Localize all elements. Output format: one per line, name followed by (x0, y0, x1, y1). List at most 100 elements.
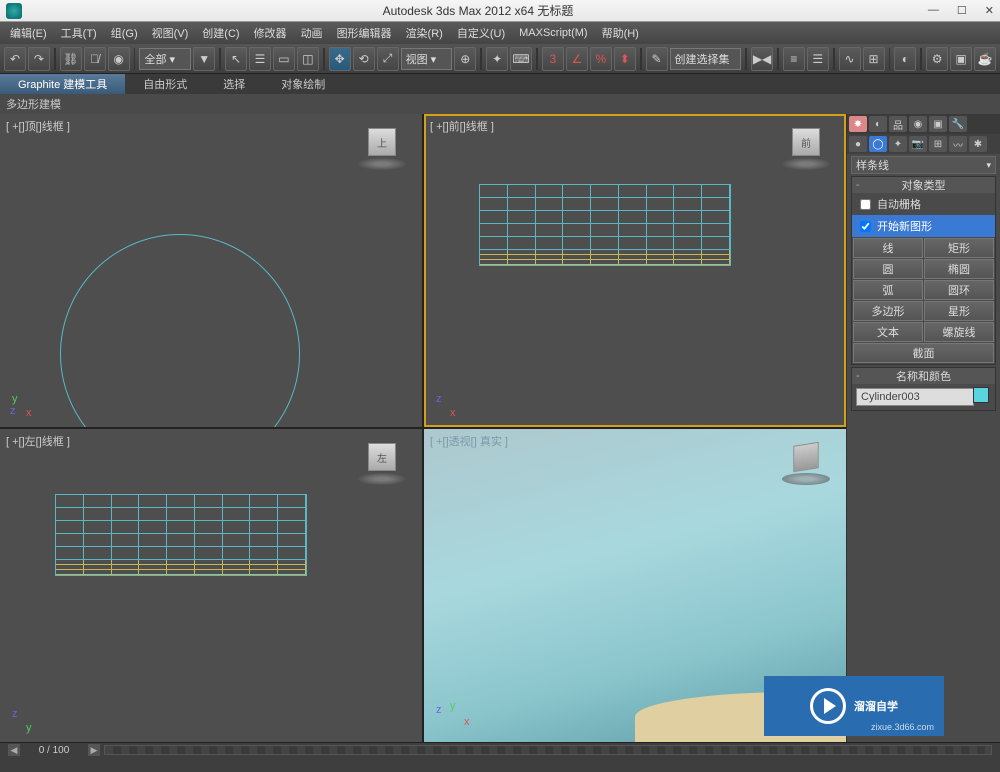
menu-rendering[interactable]: 渲染(R) (406, 25, 443, 41)
viewcube-top[interactable]: 上 (358, 122, 406, 170)
undo-button[interactable]: ↶ (4, 47, 26, 71)
timeline-next-button[interactable]: ▶ (88, 744, 100, 756)
select-button[interactable]: ↖ (225, 47, 247, 71)
viewport-top[interactable]: [ +[]顶[]线框 ] 上 yxz (0, 114, 422, 427)
redo-button[interactable]: ↷ (28, 47, 50, 71)
menu-maxscript[interactable]: MAXScript(M) (519, 27, 587, 39)
spacewarps-icon[interactable]: 〰 (949, 136, 967, 152)
schematic-button[interactable]: ⊞ (863, 47, 885, 71)
menu-edit[interactable]: 编辑(E) (10, 25, 47, 41)
btn-donut[interactable]: 圆环 (924, 280, 994, 300)
menu-tools[interactable]: 工具(T) (61, 25, 97, 41)
mirror-button[interactable]: ▶◀ (751, 47, 773, 71)
viewport-label-persp[interactable]: [ +[]透视[] 真实 ] (430, 433, 508, 449)
name-color-header[interactable]: -名称和颜色 (852, 368, 995, 384)
cameras-icon[interactable]: 📷 (909, 136, 927, 152)
viewport-label-left[interactable]: [ +[]左[]线框 ] (6, 433, 70, 449)
tab-objpaint[interactable]: 对象绘制 (263, 74, 343, 94)
pivot-button[interactable]: ⊕ (454, 47, 476, 71)
tab-graphite[interactable]: Graphite 建模工具 (0, 74, 125, 94)
ribbon-polymodel-label[interactable]: 多边形建模 (6, 96, 61, 112)
link-button[interactable]: ⛓ (60, 47, 82, 71)
filter-button[interactable]: ▼ (193, 47, 215, 71)
bind-button[interactable]: ◉ (108, 47, 130, 71)
viewport-label-top[interactable]: [ +[]顶[]线框 ] (6, 118, 70, 134)
snap-button[interactable]: 3 (542, 47, 564, 71)
autogrid-checkbox[interactable]: 自动栅格 (852, 193, 995, 215)
viewport-left[interactable]: [ +[]左[]线框 ] 左 zy (0, 429, 422, 742)
color-swatch[interactable] (973, 387, 989, 403)
viewport-front[interactable]: [ +[]前[]线框 ] 前 zx (424, 114, 846, 427)
wireframe-grid-front[interactable] (479, 184, 731, 266)
close-button[interactable]: ✕ (985, 4, 994, 17)
btn-circle[interactable]: 圆 (853, 259, 923, 279)
menu-create[interactable]: 创建(C) (202, 25, 239, 41)
render-frame-button[interactable]: ▣ (950, 47, 972, 71)
refcoord-dropdown[interactable]: 视图 ▾ (401, 48, 453, 70)
object-type-header[interactable]: -对象类型 (852, 177, 995, 193)
btn-helix[interactable]: 螺旋线 (924, 322, 994, 342)
curve-editor-button[interactable]: ∿ (839, 47, 861, 71)
maximize-button[interactable]: ☐ (957, 4, 967, 17)
selection-scope-dropdown[interactable]: 全部 ▾ (139, 48, 191, 70)
btn-rectangle[interactable]: 矩形 (924, 238, 994, 258)
tab-selection[interactable]: 选择 (205, 74, 263, 94)
startnew-checkbox[interactable]: 开始新图形 (852, 215, 995, 237)
lights-icon[interactable]: ✦ (889, 136, 907, 152)
hierarchy-tab-icon[interactable]: 品 (889, 116, 907, 132)
menu-help[interactable]: 帮助(H) (602, 25, 639, 41)
minimize-button[interactable]: — (928, 4, 939, 17)
btn-line[interactable]: 线 (853, 238, 923, 258)
viewcube-front[interactable]: 前 (782, 122, 830, 170)
keyboard-button[interactable]: ⌨ (510, 47, 532, 71)
btn-ngon[interactable]: 多边形 (853, 301, 923, 321)
btn-section[interactable]: 截面 (853, 343, 994, 363)
motion-tab-icon[interactable]: ◉ (909, 116, 927, 132)
utilities-tab-icon[interactable]: 🔧 (949, 116, 967, 132)
shapes-icon[interactable]: ◯ (869, 136, 887, 152)
edit-named-sel-button[interactable]: ✎ (646, 47, 668, 71)
manipulate-button[interactable]: ✦ (486, 47, 508, 71)
btn-arc[interactable]: 弧 (853, 280, 923, 300)
viewcube-left[interactable]: 左 (358, 437, 406, 485)
btn-ellipse[interactable]: 椭圆 (924, 259, 994, 279)
menu-customize[interactable]: 自定义(U) (457, 25, 505, 41)
menu-animation[interactable]: 动画 (301, 25, 323, 41)
geometry-icon[interactable]: ● (849, 136, 867, 152)
rotate-button[interactable]: ⟲ (353, 47, 375, 71)
display-tab-icon[interactable]: ▣ (929, 116, 947, 132)
menu-group[interactable]: 组(G) (111, 25, 138, 41)
wireframe-grid-left[interactable] (55, 494, 307, 576)
menu-grapheditors[interactable]: 图形编辑器 (337, 25, 392, 41)
align-button[interactable]: ≡ (783, 47, 805, 71)
helpers-icon[interactable]: ⊞ (929, 136, 947, 152)
wireframe-circle[interactable] (60, 234, 300, 427)
spinner-snap-button[interactable]: ⬍ (614, 47, 636, 71)
render-setup-button[interactable]: ⚙ (926, 47, 948, 71)
layers-button[interactable]: ☰ (807, 47, 829, 71)
select-rect-button[interactable]: ▭ (273, 47, 295, 71)
menu-view[interactable]: 视图(V) (152, 25, 189, 41)
scale-button[interactable]: ⤢ (377, 47, 399, 71)
tab-freeform[interactable]: 自由形式 (125, 74, 205, 94)
named-selset-dropdown[interactable]: 创建选择集 (670, 48, 742, 70)
menu-modifiers[interactable]: 修改器 (254, 25, 287, 41)
select-name-button[interactable]: ☰ (249, 47, 271, 71)
render-button[interactable]: ☕ (974, 47, 996, 71)
viewcube-persp[interactable] (782, 437, 830, 485)
percent-snap-button[interactable]: % (590, 47, 612, 71)
move-button[interactable]: ✥ (329, 47, 351, 71)
btn-star[interactable]: 星形 (924, 301, 994, 321)
window-crossing-button[interactable]: ◫ (297, 47, 319, 71)
systems-icon[interactable]: ✱ (969, 136, 987, 152)
modify-tab-icon[interactable]: ◐ (869, 116, 887, 132)
material-editor-button[interactable]: ◐ (894, 47, 916, 71)
create-tab-icon[interactable]: ✸ (849, 116, 867, 132)
category-dropdown[interactable]: 样条线 (851, 156, 996, 174)
unlink-button[interactable]: ⛓̸ (84, 47, 106, 71)
viewport-label-front[interactable]: [ +[]前[]线框 ] (430, 118, 494, 134)
timeline-prev-button[interactable]: ◀ (8, 744, 20, 756)
btn-text[interactable]: 文本 (853, 322, 923, 342)
timeline-track[interactable] (104, 745, 992, 755)
object-name-input[interactable] (856, 388, 974, 406)
